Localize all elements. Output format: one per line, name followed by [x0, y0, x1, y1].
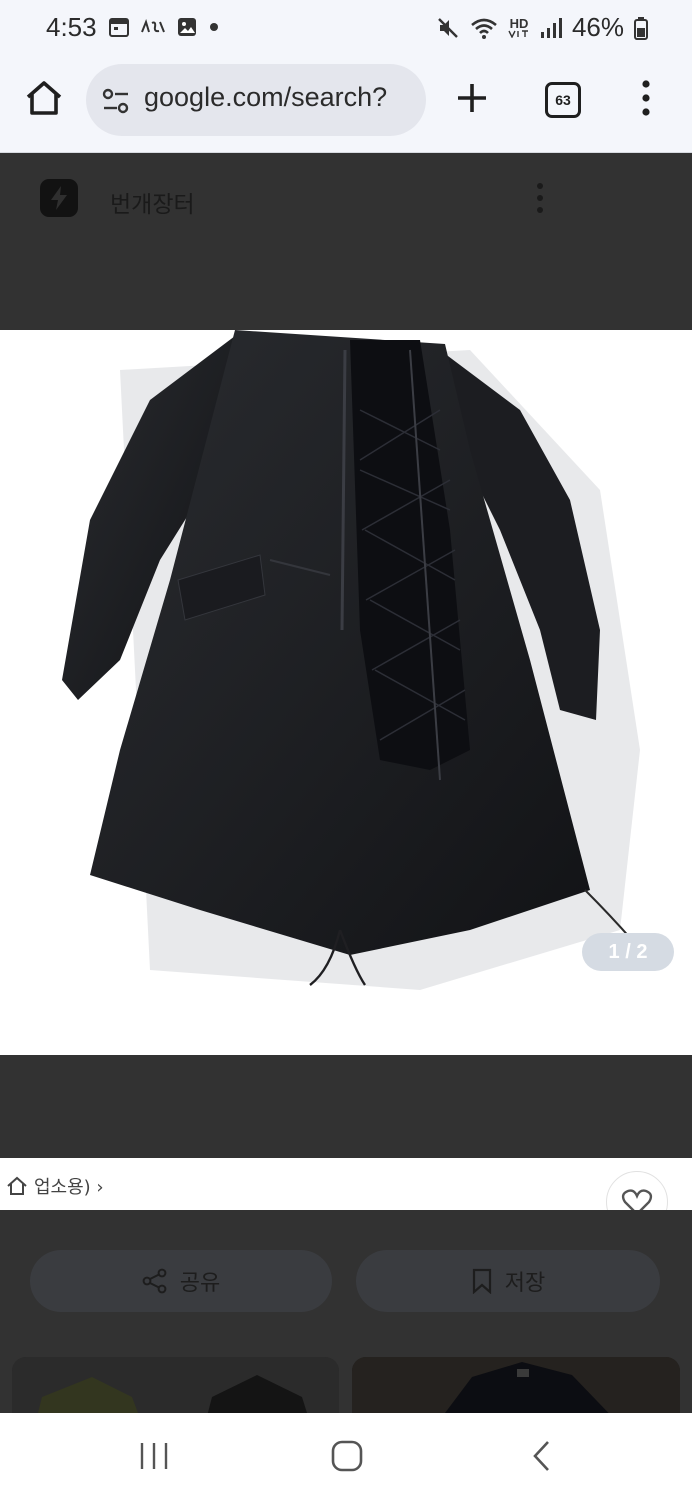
status-left-icons: [108, 16, 220, 38]
related-image-card[interactable]: [12, 1357, 339, 1413]
site-favicon: [40, 179, 78, 217]
site-more-icon[interactable]: [532, 181, 548, 215]
image-counter: 1 / 2: [582, 933, 674, 971]
more-menu-button[interactable]: [636, 78, 656, 118]
hd-voice-icon: HD: [508, 17, 530, 38]
tab-count: 63: [555, 92, 571, 108]
related-image-card[interactable]: [352, 1357, 680, 1413]
mute-icon: [438, 17, 458, 38]
site-settings-icon[interactable]: [102, 88, 130, 114]
url-text[interactable]: google.com/search?: [144, 82, 387, 113]
system-nav-bar: [0, 1413, 692, 1500]
battery-percent: 46%: [571, 12, 624, 42]
lightning-icon: [51, 186, 67, 210]
status-bar: 4:53 HD 46%: [0, 0, 692, 56]
share-label: 공유: [179, 1271, 221, 1296]
breadcrumb-text: 업소용) ›: [34, 1177, 104, 1198]
save-label: 저장: [504, 1271, 546, 1296]
status-time: 4:53: [46, 12, 97, 42]
product-info-strip: [0, 1158, 692, 1210]
back-button[interactable]: [530, 1439, 554, 1473]
share-button[interactable]: 공유: [30, 1250, 332, 1312]
wifi-icon: [471, 18, 497, 39]
gallery-icon: [178, 18, 196, 36]
address-bar[interactable]: google.com/search?: [86, 64, 426, 136]
save-button[interactable]: 저장: [356, 1250, 660, 1312]
status-right-icons: HD 46%: [436, 12, 648, 43]
battery-icon: [634, 16, 648, 40]
browser-toolbar: google.com/search? 63: [0, 56, 692, 153]
related-coat-thumbnails: [12, 1357, 339, 1413]
site-name[interactable]: 번개장터: [110, 185, 195, 219]
page-content: 번개장터 1 / 2 업소용) › 공유 저장: [0, 153, 692, 1413]
hd-voice-label: HD: [509, 16, 529, 31]
breadcrumb[interactable]: 업소용) ›: [6, 1173, 104, 1199]
home-button[interactable]: [22, 76, 66, 120]
recent-apps-button[interactable]: [138, 1441, 170, 1471]
home-outline-icon: [7, 1176, 27, 1195]
related-coat-photo: [352, 1357, 680, 1413]
calendar-icon: [109, 18, 129, 37]
bookmark-icon: [472, 1268, 491, 1294]
signal-icon: [540, 17, 562, 38]
site-header: 번개장터: [0, 153, 692, 330]
home-nav-button[interactable]: [330, 1439, 364, 1473]
app-logo-icon: [141, 19, 165, 33]
new-tab-button[interactable]: [452, 78, 492, 118]
dot-icon: [210, 23, 218, 31]
share-icon: [142, 1268, 167, 1294]
tab-switcher-button[interactable]: 63: [545, 82, 581, 118]
